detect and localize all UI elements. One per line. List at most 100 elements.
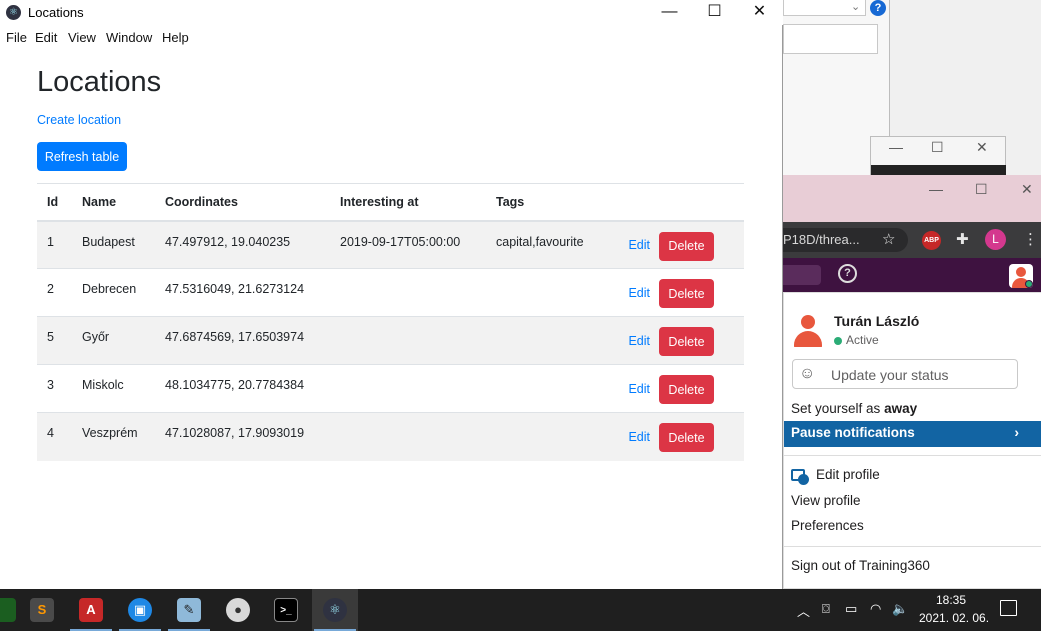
header-actions (606, 183, 744, 222)
taskbar-app-electron[interactable]: ⚛ (312, 589, 358, 631)
refresh-table-button[interactable]: Refresh table (37, 142, 127, 171)
menu-pause-notifications[interactable]: Pause notifications › (784, 421, 1041, 447)
menu-divider (784, 546, 1041, 547)
browser-close-icon[interactable]: ✕ (1021, 181, 1033, 198)
cell-id: 3 (37, 364, 72, 413)
cell-tags (486, 412, 606, 461)
extensions-puzzle-icon[interactable]: ✚ (956, 230, 969, 248)
minimize-icon[interactable]: — (889, 139, 903, 155)
cell-coordinates: 47.6874569, 17.6503974 (155, 316, 330, 365)
edit-profile-icon (791, 469, 809, 485)
tray-chevron-up-icon[interactable]: ︿ (797, 601, 810, 620)
edit-link[interactable]: Edit (628, 382, 650, 396)
taskbar-time[interactable]: 18:35 (936, 593, 966, 607)
edit-link[interactable]: Edit (628, 238, 650, 252)
chevron-down-icon[interactable]: ⌄ (851, 0, 860, 13)
chevron-right-icon: › (1014, 424, 1019, 440)
slack-user-avatar[interactable] (1009, 264, 1033, 288)
table-row: 5 Győr 47.6874569, 17.6503974 Edit Delete (37, 316, 744, 365)
menu-divider (784, 455, 1041, 456)
taskbar-app-notepad[interactable]: ✎ (166, 589, 212, 631)
cell-name: Miskolc (72, 364, 155, 413)
table-row: 2 Debrecen 47.5316049, 21.6273124 Edit De… (37, 268, 744, 317)
cell-name: Győr (72, 316, 155, 365)
smiley-icon: ☺ (799, 365, 816, 382)
slack-top-bar: ? (783, 258, 1041, 292)
tray-volume-icon[interactable]: 🔈 (892, 601, 908, 617)
taskbar-app-docker[interactable]: ▣ (117, 589, 163, 631)
header-coordinates: Coordinates (155, 183, 330, 222)
maximize-icon[interactable]: ☐ (931, 139, 944, 156)
cell-coordinates: 48.1034775, 20.7784384 (155, 364, 330, 413)
terminal-icon: >_ (274, 598, 298, 622)
cell-id: 5 (37, 316, 72, 365)
sublime-icon: S (30, 598, 54, 622)
browser-window: — ☐ ✕ P18D/threa... ☆ ABP ✚ L ⋮ ? Turán … (783, 175, 1041, 589)
menu-edit-profile[interactable]: Edit profile (816, 467, 880, 482)
header-interesting-at: Interesting at (330, 183, 486, 222)
delete-button[interactable]: Delete (659, 231, 714, 261)
maximize-button[interactable]: ☐ (692, 1, 737, 25)
edit-link[interactable]: Edit (628, 334, 650, 348)
tray-wifi-icon[interactable]: ◠ (870, 601, 881, 617)
menu-user-avatar (791, 313, 825, 347)
cell-interesting-at: 2019-09-17T05:00:00 (330, 220, 486, 269)
taskbar-date[interactable]: 2021. 02. 06. (919, 611, 989, 625)
electron-app-icon: ⚛ (6, 5, 21, 20)
edit-link[interactable]: Edit (628, 286, 650, 300)
taskbar-app-partial[interactable] (0, 589, 16, 631)
delete-button[interactable]: Delete (659, 279, 714, 308)
create-location-link[interactable]: Create location (37, 113, 121, 127)
cell-interesting-at (330, 316, 486, 365)
tray-battery-icon[interactable]: ▭ (845, 601, 857, 617)
menu-help[interactable]: Help (162, 30, 189, 45)
active-status-dot (834, 337, 842, 345)
taskbar-app-acrobat[interactable]: A (68, 589, 114, 631)
page-title: Locations (37, 66, 162, 98)
adblock-plus-icon[interactable]: ABP (922, 231, 941, 250)
delete-button[interactable]: Delete (659, 375, 714, 404)
cell-id: 1 (37, 220, 72, 269)
background-window-strip (871, 165, 1006, 175)
cell-actions: Edit Delete (606, 220, 744, 269)
minimize-button[interactable]: — (647, 1, 692, 25)
menu-preferences[interactable]: Preferences (791, 518, 864, 533)
menu-user-status: Active (846, 333, 879, 347)
menu-file[interactable]: File (6, 30, 27, 45)
cell-actions: Edit Delete (606, 364, 744, 413)
slack-search-input[interactable] (783, 265, 821, 285)
cell-coordinates: 47.1028087, 17.9093019 (155, 412, 330, 461)
notification-center-icon[interactable] (1000, 600, 1017, 616)
header-tags: Tags (486, 183, 606, 222)
cell-actions: Edit Delete (606, 268, 744, 317)
menu-edit[interactable]: Edit (35, 30, 57, 45)
taskbar-app-terminal[interactable]: >_ (263, 589, 309, 631)
browser-toolbar: P18D/threa... ☆ ABP ✚ L ⋮ (783, 222, 1041, 258)
windows-taskbar: S A ▣ ✎ ● >_ ⚛ ︿ ⌼ ▭ ◠ 🔈 18:35 2021. 02.… (0, 589, 1041, 631)
taskbar-app-sublime[interactable]: S (19, 589, 65, 631)
menu-sign-out[interactable]: Sign out of Training360 (791, 558, 930, 573)
bookmark-star-icon[interactable]: ☆ (882, 230, 895, 248)
cell-name: Veszprém (72, 412, 155, 461)
background-text-field[interactable] (783, 24, 878, 54)
edit-link[interactable]: Edit (628, 430, 650, 444)
cell-actions: Edit Delete (606, 412, 744, 461)
menu-view[interactable]: View (68, 30, 96, 45)
delete-button[interactable]: Delete (659, 423, 714, 452)
profile-avatar[interactable]: L (985, 229, 1006, 250)
menu-user-name: Turán László (834, 313, 920, 329)
browser-maximize-icon[interactable]: ☐ (975, 181, 988, 198)
close-icon[interactable]: ✕ (976, 139, 988, 156)
close-button[interactable]: ✕ (737, 1, 782, 25)
slack-help-icon[interactable]: ? (838, 264, 857, 283)
browser-minimize-icon[interactable]: — (929, 181, 943, 197)
taskbar-app-gimp[interactable]: ● (215, 589, 261, 631)
kebab-menu-icon[interactable]: ⋮ (1023, 230, 1038, 248)
tray-webcam-icon[interactable]: ⌼ (822, 601, 830, 617)
update-status-input[interactable]: ☺ Update your status (792, 359, 1018, 389)
help-icon[interactable]: ? (870, 0, 886, 16)
menu-view-profile[interactable]: View profile (791, 493, 861, 508)
menu-window[interactable]: Window (106, 30, 152, 45)
menu-set-away[interactable]: Set yourself as away (791, 401, 917, 416)
delete-button[interactable]: Delete (659, 327, 714, 356)
